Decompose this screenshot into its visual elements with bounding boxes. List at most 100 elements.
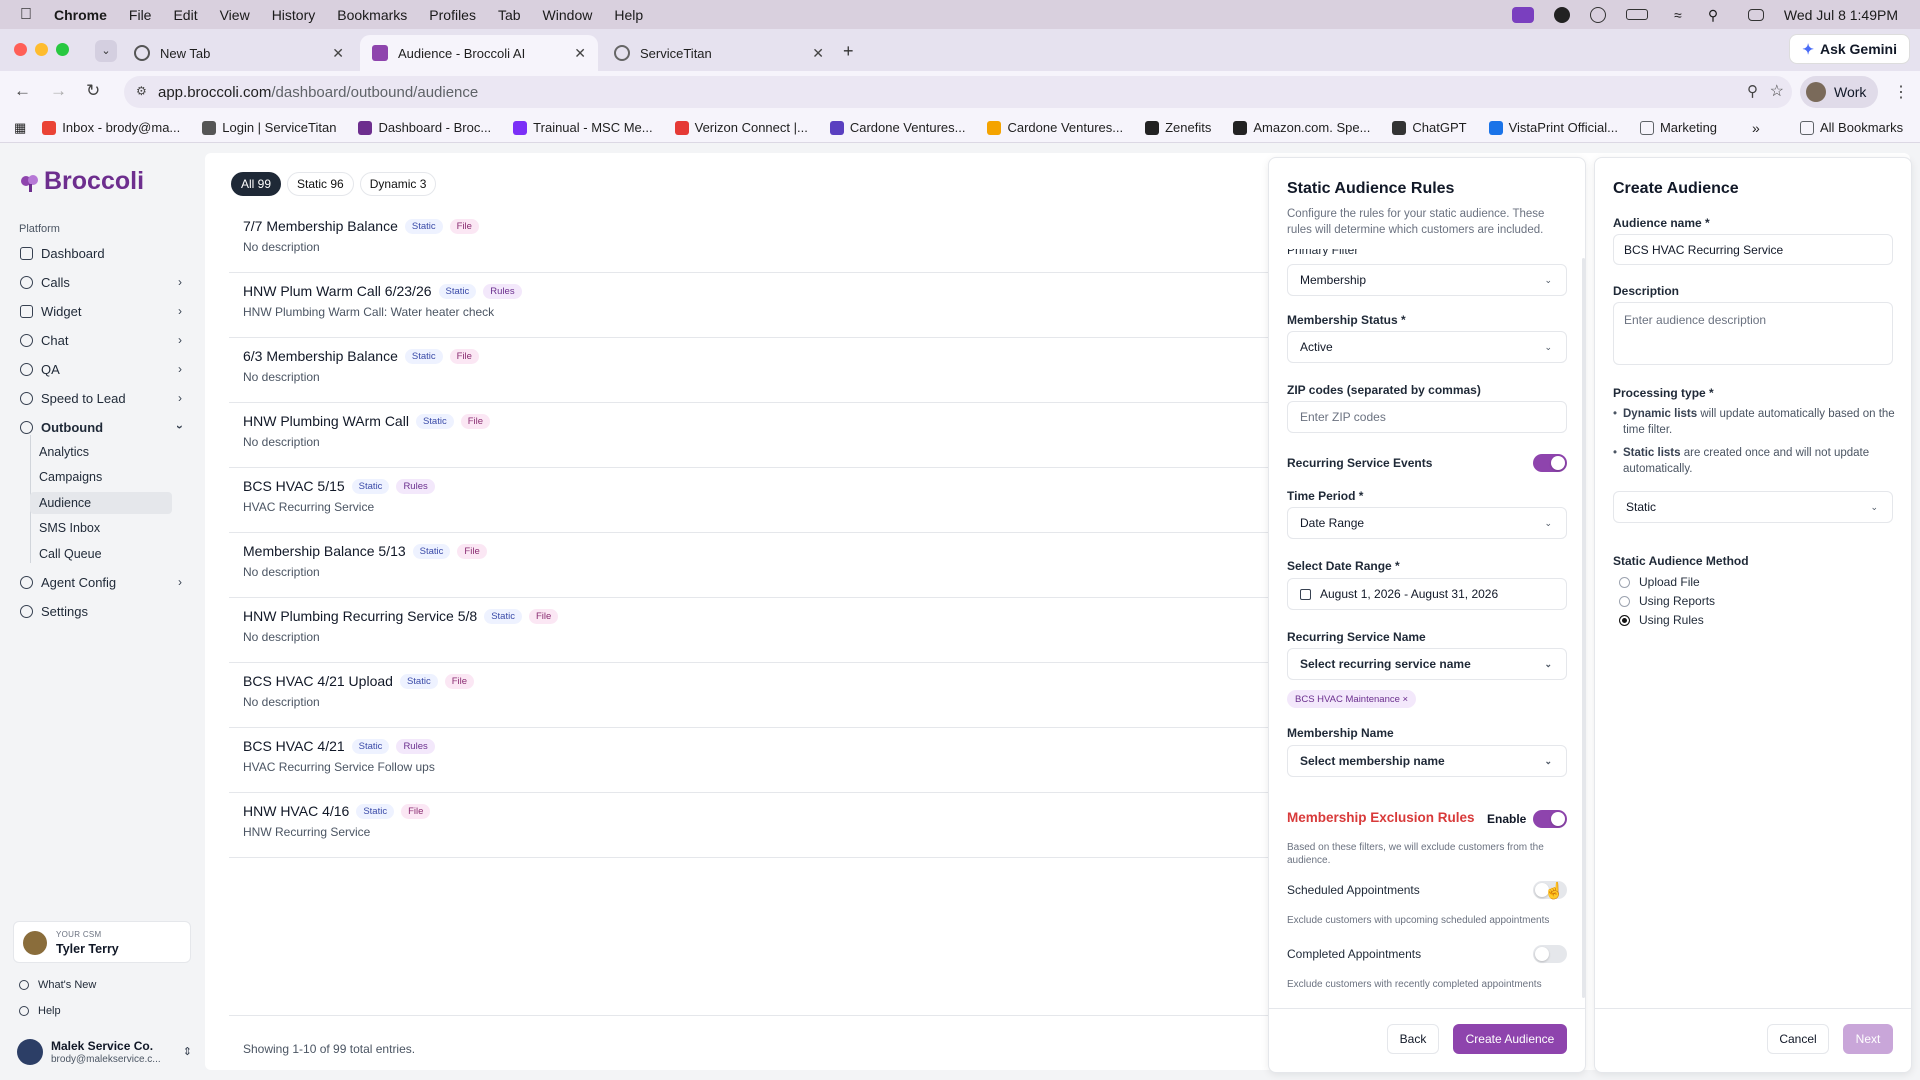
menu-app-name[interactable]: Chrome	[54, 7, 107, 23]
menu-tab[interactable]: Tab	[498, 7, 521, 23]
zip-codes-input[interactable]: Enter ZIP codes	[1287, 401, 1567, 433]
audience-row[interactable]: 7/7 Membership Balance Static File No descr…	[229, 208, 1329, 273]
bookmark-item[interactable]: ChatGPT	[1392, 120, 1467, 135]
menu-window[interactable]: Window	[543, 7, 593, 23]
sidebar-item-settings[interactable]: Settings	[20, 599, 190, 623]
filter-all[interactable]: All 99	[231, 172, 282, 196]
close-tab-icon[interactable]: ✕	[574, 45, 586, 62]
cancel-button[interactable]: Cancel	[1767, 1024, 1829, 1054]
close-tab-icon[interactable]: ✕	[332, 45, 344, 62]
audience-row[interactable]: HNW Plumbing WArm Call Static File No descr…	[229, 403, 1329, 468]
audience-name-input[interactable]: BCS HVAC Recurring Service	[1613, 234, 1893, 265]
exclusion-enable-toggle[interactable]	[1533, 810, 1567, 828]
csm-card[interactable]: YOUR CSM Tyler Terry	[13, 921, 191, 963]
tab-search-chevron-icon[interactable]: ⌄	[95, 40, 117, 62]
spotlight-search-icon[interactable]: ⚲	[1708, 7, 1728, 23]
control-center-icon[interactable]	[1747, 8, 1764, 21]
whats-new-link[interactable]: What's New	[19, 979, 96, 991]
membership-status-select[interactable]: Active ⌄	[1287, 331, 1567, 363]
method-using-rules[interactable]: Using Rules	[1619, 613, 1704, 627]
sidebar-subitem-audience[interactable]: Audience	[30, 492, 172, 514]
sidebar-item-widget[interactable]: Widget ›	[20, 299, 190, 323]
site-settings-icon[interactable]: ⚙	[136, 84, 152, 100]
back-arrow-icon[interactable]: ←	[14, 81, 31, 101]
sidebar-item-dashboard[interactable]: Dashboard	[20, 241, 190, 265]
apps-grid-icon[interactable]: ▦	[14, 120, 26, 136]
close-tab-icon[interactable]: ✕	[812, 45, 824, 62]
chrome-menu-icon[interactable]: ⋮	[1893, 82, 1909, 102]
audience-row[interactable]: HNW HVAC 4/16 Static File HNW Recurring Ser…	[229, 793, 1329, 858]
filter-dynamic[interactable]: Dynamic 3	[359, 172, 437, 196]
wifi-icon[interactable]: ≈	[1668, 7, 1688, 23]
membership-name-select[interactable]: Select membership name ⌄	[1287, 745, 1567, 777]
bookmark-item[interactable]: Login | ServiceTitan	[202, 120, 336, 135]
more-bookmarks-chevron-icon[interactable]: »	[1752, 120, 1760, 136]
filter-static[interactable]: Static 96	[287, 172, 354, 196]
all-bookmarks-folder[interactable]: All Bookmarks	[1800, 120, 1903, 135]
menu-history[interactable]: History	[272, 7, 316, 23]
sidebar-item-speed-to-lead[interactable]: Speed to Lead ›	[20, 386, 190, 410]
audience-row[interactable]: 6/3 Membership Balance Static File No descr…	[229, 338, 1329, 403]
sidebar-subitem-analytics[interactable]: Analytics	[30, 441, 172, 463]
recurring-service-chip[interactable]: BCS HVAC Maintenance ×	[1287, 690, 1417, 708]
radio-button[interactable]	[1619, 595, 1630, 607]
processing-type-select[interactable]: Static ⌄	[1613, 491, 1893, 523]
bookmark-item[interactable]: Inbox - brody@ma...	[42, 120, 180, 135]
rules-scrollbar[interactable]	[1582, 258, 1585, 998]
bookmark-item[interactable]: Amazon.com. Spe...	[1233, 120, 1370, 135]
date-range-picker[interactable]: August 1, 2026 - August 31, 2026	[1287, 578, 1567, 610]
recurring-name-select[interactable]: Select recurring service name ⌄	[1287, 648, 1567, 680]
address-bar[interactable]: ⚙ app.broccoli.com/dashboard/outbound/au…	[124, 76, 1792, 108]
org-switcher[interactable]: Malek Service Co. brody@malekservice.c..…	[17, 1033, 192, 1073]
forward-arrow-icon[interactable]: →	[50, 81, 67, 101]
new-tab-plus-icon[interactable]: +	[843, 41, 854, 62]
method-using-reports[interactable]: Using Reports	[1619, 594, 1715, 608]
zoom-icon[interactable]: ⚲	[1747, 82, 1758, 100]
sidebar-subitem-sms-inbox[interactable]: SMS Inbox	[30, 517, 172, 539]
sidebar-item-chat[interactable]: Chat ›	[20, 328, 190, 352]
broccoli-logo[interactable]: Broccoli	[20, 167, 144, 196]
completed-appointments-toggle[interactable]	[1533, 945, 1567, 963]
menu-file[interactable]: File	[129, 7, 152, 23]
bookmark-item[interactable]: Zenefits	[1145, 120, 1211, 135]
audience-row[interactable]: HNW Plumbing Recurring Service 5/8 Static…	[229, 598, 1329, 663]
bookmark-item[interactable]: Verizon Connect |...	[674, 120, 808, 135]
audience-row[interactable]: BCS HVAC 4/21 Static Rules HVAC Recurring S…	[229, 728, 1329, 793]
sidebar-subitem-call-queue[interactable]: Call Queue	[30, 543, 172, 565]
audience-row[interactable]: Membership Balance 5/13 Static File No desc…	[229, 533, 1329, 598]
bookmark-item[interactable]: Trainual - MSC Me...	[513, 120, 653, 135]
audience-row[interactable]: BCS HVAC 5/15 Static Rules HVAC Recurring S…	[229, 468, 1329, 533]
radio-button-selected[interactable]	[1619, 614, 1630, 626]
screen-mirror-icon[interactable]	[1511, 6, 1534, 23]
bookmark-star-icon[interactable]: ☆	[1770, 81, 1784, 101]
grammarly-icon[interactable]	[1553, 6, 1570, 23]
reload-icon[interactable]: ↻	[86, 81, 100, 101]
next-button[interactable]: Next	[1843, 1024, 1893, 1054]
sidebar-item-outbound[interactable]: Outbound ›	[20, 415, 190, 439]
sync-icon[interactable]	[1589, 6, 1606, 23]
tab-servicetitan[interactable]: ServiceTitan ✕	[602, 35, 836, 71]
tab-new-tab[interactable]: New Tab ✕	[122, 35, 356, 71]
menu-bookmarks[interactable]: Bookmarks	[337, 7, 407, 23]
recurring-events-toggle[interactable]	[1533, 454, 1567, 472]
help-link[interactable]: Help	[19, 1005, 61, 1017]
sidebar-item-calls[interactable]: Calls ›	[20, 270, 190, 294]
sidebar-item-qa[interactable]: QA ›	[20, 357, 190, 381]
sidebar-subitem-campaigns[interactable]: Campaigns	[30, 466, 172, 488]
back-button[interactable]: Back	[1387, 1024, 1439, 1054]
ask-gemini-button[interactable]: ✦ Ask Gemini	[1789, 34, 1910, 64]
apple-icon[interactable]: 	[20, 6, 36, 24]
time-period-select[interactable]: Date Range ⌄	[1287, 507, 1567, 539]
create-audience-button[interactable]: Create Audience	[1453, 1024, 1567, 1054]
zoom-window-icon[interactable]	[56, 43, 69, 56]
menu-profiles[interactable]: Profiles	[429, 7, 476, 23]
radio-button[interactable]	[1619, 576, 1630, 588]
minimize-window-icon[interactable]	[35, 43, 48, 56]
bookmark-item[interactable]: Cardone Ventures...	[987, 120, 1123, 135]
bookmark-folder[interactable]: Marketing	[1639, 120, 1717, 135]
method-upload-file[interactable]: Upload File	[1619, 575, 1700, 589]
primary-filter-select[interactable]: Membership ⌄	[1287, 264, 1567, 296]
menu-help[interactable]: Help	[614, 7, 643, 23]
audience-row[interactable]: BCS HVAC 4/21 Upload Static File No descrip…	[229, 663, 1329, 728]
menu-view[interactable]: View	[220, 7, 250, 23]
